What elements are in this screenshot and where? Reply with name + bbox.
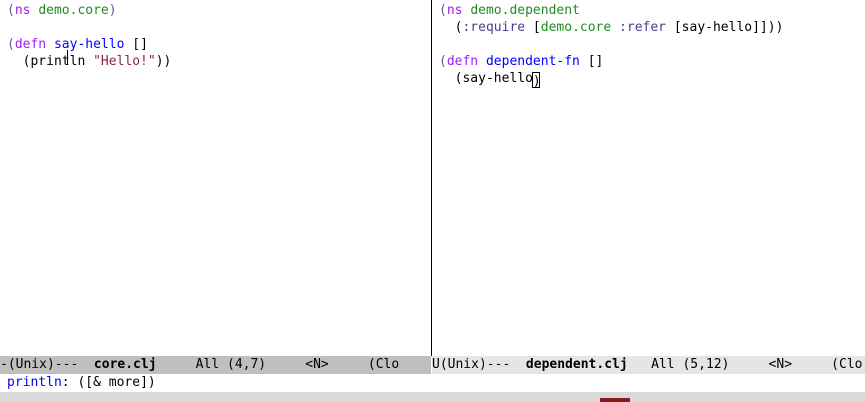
code-line[interactable]: (defn dependent-fn [] [439,53,865,70]
minibuffer-echo-area[interactable]: println: ([& more]) [0,374,865,392]
minibuffer-function-name: println [7,375,62,390]
code-line[interactable]: (println "Hello!")) [7,53,431,70]
code-token: ns [446,3,463,18]
modeline-left-position: All (4,7) <N> (Clo [156,357,400,372]
emacs-frame: (ns demo.core) (defn say-hello [] (printl… [0,0,865,402]
modeline-right[interactable]: U(Unix)--- dependent.clj All (5,12) <N> … [432,356,865,374]
code-token: (say-hello [439,71,533,86]
code-token: [] [124,37,148,52]
code-line[interactable] [7,19,431,36]
code-token: :require [462,20,526,35]
code-line[interactable]: (:require [demo.core :refer [say-hello]]… [439,19,865,36]
code-token: :refer [619,20,667,35]
code-token: ( [439,54,447,69]
code-token: defn [446,54,479,69]
modeline-left-prefix: -(Unix)--- [0,357,94,372]
taskbar-accent [600,398,630,402]
code-line[interactable] [439,36,865,53]
code-token: say-hello [53,37,125,52]
left-code-buffer[interactable]: (ns demo.core) (defn say-hello [] (printl… [0,0,431,70]
left-editor-window[interactable]: (ns demo.core) (defn say-hello [] (printl… [0,0,431,356]
taskbar-strip [0,392,865,402]
minibuffer-signature: : ([& more]) [61,375,156,390]
modeline-right-prefix: U(Unix)--- [432,357,526,372]
code-token: )) [155,54,172,69]
modeline-left[interactable]: -(Unix)--- core.clj All (4,7) <N> (Clo [0,356,431,374]
code-token: "Hello!" [93,54,156,69]
code-token: ( [7,37,15,52]
right-editor-window[interactable]: (ns demo.dependent (:require [demo.core … [432,0,865,356]
code-token: (println [7,54,94,69]
code-token: [ [525,20,541,35]
code-token: ( [439,20,463,35]
modeline-right-filename[interactable]: dependent.clj [526,357,628,372]
code-line[interactable]: (ns demo.dependent [439,2,865,19]
code-token: demo.core [540,20,612,35]
code-token: ) [108,3,117,18]
code-token: ns [14,3,31,18]
code-token: ( [439,3,447,18]
modeline-left-filename[interactable]: core.clj [94,357,157,372]
code-line[interactable]: (defn say-hello [] [7,36,431,53]
code-token: dependent-fn [485,54,580,69]
code-token: [say-hello]])) [666,20,784,35]
code-token: [] [579,54,604,69]
code-token: defn [14,37,47,52]
code-token: demo.core [38,3,109,18]
text-cursor: ) [531,72,541,89]
code-line[interactable]: (ns demo.core) [7,2,431,19]
code-line[interactable]: (say-hello) [439,70,865,89]
mouse-ibeam-cursor [67,50,68,64]
code-token: ( [7,3,15,18]
code-token: demo.dependent [470,3,580,18]
modeline-right-position: All (5,12) <N> (Clo [627,357,863,372]
right-code-buffer[interactable]: (ns demo.dependent (:require [demo.core … [432,0,865,89]
